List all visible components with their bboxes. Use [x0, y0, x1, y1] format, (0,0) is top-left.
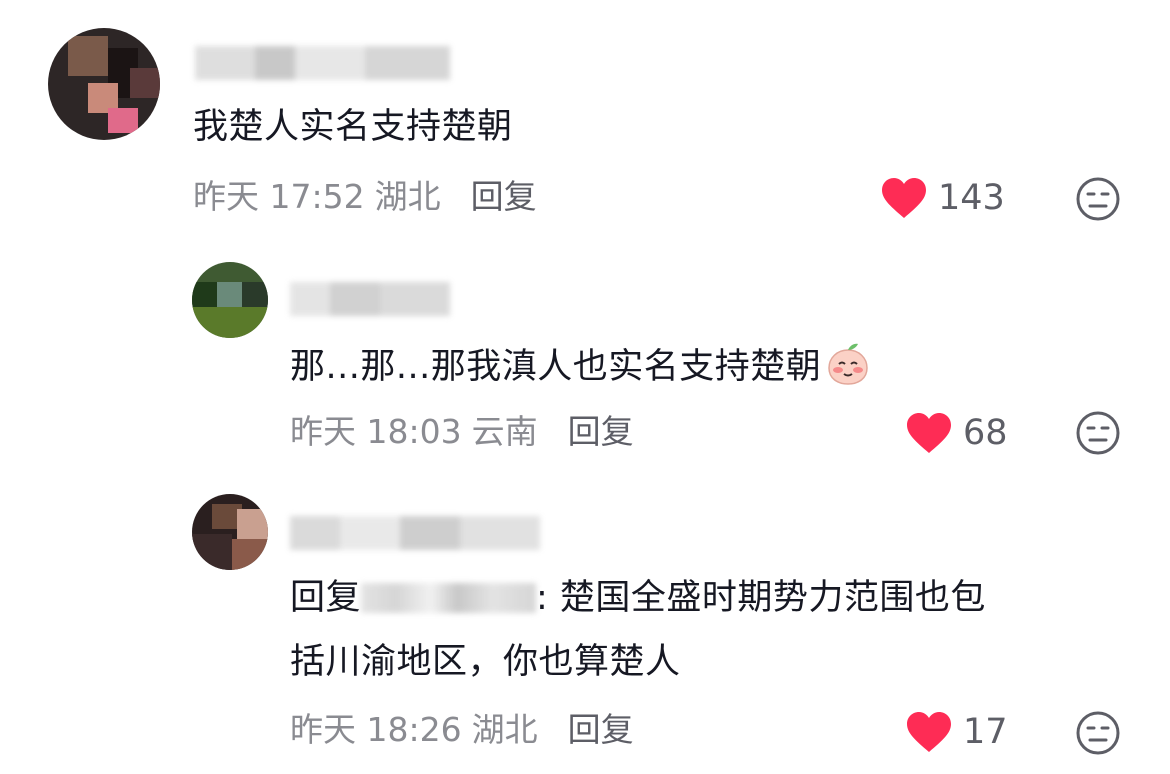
comment-time: 昨天 18:03: [290, 412, 462, 451]
reply-button[interactable]: 回复: [568, 710, 634, 749]
username-blurred[interactable]: [290, 516, 540, 550]
like-count: 17: [963, 712, 1008, 752]
heart-icon: [907, 413, 951, 453]
comment-time: 昨天 17:52: [193, 177, 365, 216]
dislike-face-icon[interactable]: [1075, 176, 1121, 222]
comment-text-line: 括川渝地区，你也算楚人: [290, 642, 681, 682]
comment-text-part: : 楚国全盛时期势力范围也包: [536, 578, 986, 618]
dislike-face-icon[interactable]: [1075, 710, 1121, 756]
comment-meta: 昨天 17:52 湖北 回复: [193, 177, 537, 217]
reply-button[interactable]: 回复: [471, 177, 537, 216]
comment-text: 那...那...那我滇人也实名支持楚朝: [290, 340, 871, 390]
heart-icon: [907, 712, 951, 752]
reply-prefix: 回复: [290, 578, 362, 618]
comment-text: 回复 : 楚国全盛时期势力范围也包 括川渝地区，你也算楚人: [290, 575, 1130, 685]
comment-location: 云南: [471, 412, 538, 451]
avatar[interactable]: [192, 262, 268, 338]
reply-button[interactable]: 回复: [568, 412, 634, 451]
username-blurred[interactable]: [290, 282, 450, 316]
like-button[interactable]: 143: [880, 176, 1005, 220]
username-blurred[interactable]: [195, 46, 450, 80]
comment-location: 湖北: [374, 177, 441, 216]
blushing-peach-emoji: [828, 343, 869, 385]
comment-text-line: 回复 : 楚国全盛时期势力范围也包: [290, 575, 1130, 621]
comment-meta: 昨天 18:26 湖北 回复: [290, 710, 634, 750]
comment-meta: 昨天 18:03 云南 回复: [290, 412, 634, 452]
like-button[interactable]: 68: [905, 411, 1008, 455]
like-button[interactable]: 17: [905, 710, 1008, 754]
comment-location: 湖北: [471, 710, 538, 749]
dislike-face-icon[interactable]: [1075, 410, 1121, 456]
like-count: 143: [938, 178, 1005, 218]
comment-text: 我楚人实名支持楚朝: [193, 107, 513, 147]
heart-icon: [882, 178, 926, 218]
avatar[interactable]: [48, 28, 160, 140]
mention-blurred[interactable]: [361, 583, 537, 613]
like-count: 68: [963, 413, 1008, 453]
comment-text-content: 那...那...那我滇人也实名支持楚朝: [290, 347, 822, 387]
avatar[interactable]: [192, 494, 268, 570]
comment-time: 昨天 18:26: [290, 710, 462, 749]
